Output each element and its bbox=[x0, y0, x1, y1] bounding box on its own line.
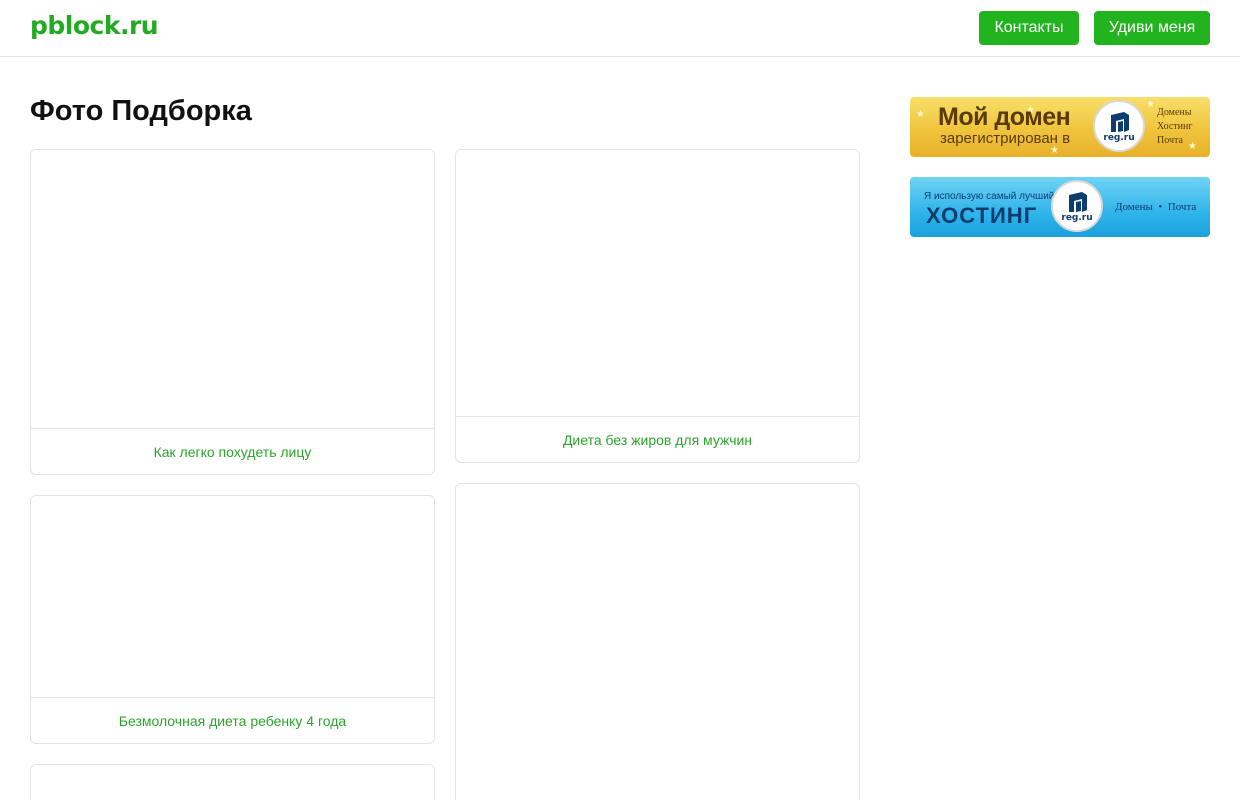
photo-card[interactable]: Как легко похудеть лицу bbox=[30, 149, 435, 475]
banner-side-list: Домены Хостинг Почта bbox=[1157, 106, 1192, 148]
card-image[interactable] bbox=[456, 484, 859, 800]
reg-ru-logo-text: reg.ru bbox=[1103, 133, 1135, 143]
card-image[interactable] bbox=[31, 150, 434, 429]
photo-card[interactable] bbox=[30, 764, 435, 800]
banner-headline: ХОСТИНГ bbox=[926, 203, 1038, 228]
card-image[interactable] bbox=[31, 765, 434, 800]
card-caption-link[interactable]: Диета без жиров для мужчин bbox=[456, 432, 859, 448]
card-caption-link[interactable]: Как легко похудеть лицу bbox=[31, 444, 434, 460]
banner-subline: Я использую самый лучший bbox=[924, 191, 1055, 202]
site-header: pblock.ru Контакты Удиви меня bbox=[0, 0, 1240, 57]
reg-ru-mark-icon bbox=[1069, 192, 1087, 212]
photo-card[interactable]: Диета без жиров для мужчин bbox=[455, 149, 860, 463]
banner-side-item: Хостинг bbox=[1157, 121, 1193, 132]
banner-side-item: Почта bbox=[1157, 135, 1183, 146]
card-image[interactable] bbox=[456, 150, 859, 417]
reg-ru-logo: reg.ru bbox=[1051, 180, 1103, 232]
surprise-me-button[interactable]: Удиви меня bbox=[1094, 11, 1210, 45]
photo-card[interactable] bbox=[455, 483, 860, 800]
contacts-button[interactable]: Контакты bbox=[979, 11, 1079, 45]
banner-side-text: Домены • Почта bbox=[1115, 201, 1197, 213]
reg-ru-domain-banner[interactable]: ★ ★ ★ ★ ★ Мой домен зарегистрирован в re… bbox=[910, 97, 1210, 157]
star-icon: ★ bbox=[1146, 99, 1155, 110]
reg-ru-hosting-banner[interactable]: Я использую самый лучший ХОСТИНГ reg.ru … bbox=[910, 177, 1210, 237]
banner-side-item: Домены bbox=[1157, 107, 1192, 118]
star-icon: ★ bbox=[916, 109, 925, 120]
photo-card[interactable]: Безмолочная диета ребенку 4 года bbox=[30, 495, 435, 744]
banner-subline: зарегистрирован в bbox=[940, 130, 1071, 147]
reg-ru-mark-icon bbox=[1111, 112, 1129, 132]
reg-ru-logo-text: reg.ru bbox=[1061, 213, 1093, 223]
page-title: Фото Подборка bbox=[30, 95, 252, 127]
site-logo[interactable]: pblock.ru bbox=[30, 11, 159, 40]
banner-headline: Мой домен bbox=[938, 103, 1071, 131]
card-image[interactable] bbox=[31, 496, 434, 698]
card-caption-link[interactable]: Безмолочная диета ребенку 4 года bbox=[31, 713, 434, 729]
reg-ru-logo: reg.ru bbox=[1093, 100, 1145, 152]
